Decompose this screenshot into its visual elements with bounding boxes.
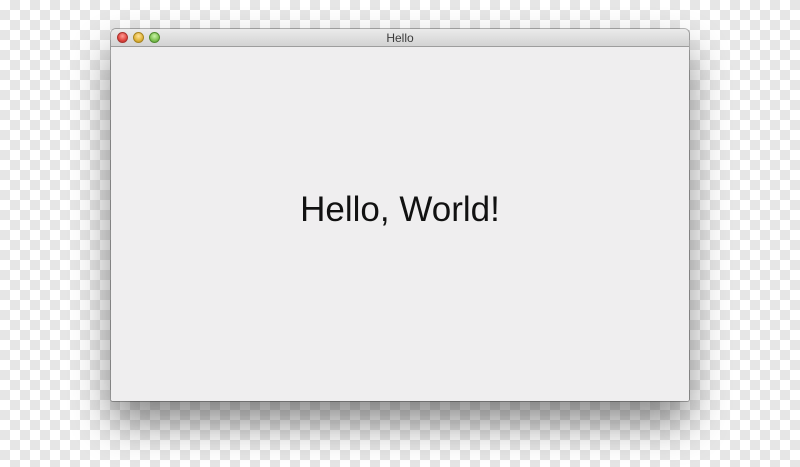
hello-message: Hello, World!	[300, 190, 500, 229]
window-title: Hello	[386, 31, 414, 45]
title-bar[interactable]: Hello	[111, 29, 689, 47]
app-window: Hello Hello, World!	[111, 29, 689, 401]
window-content: Hello, World!	[111, 47, 689, 401]
